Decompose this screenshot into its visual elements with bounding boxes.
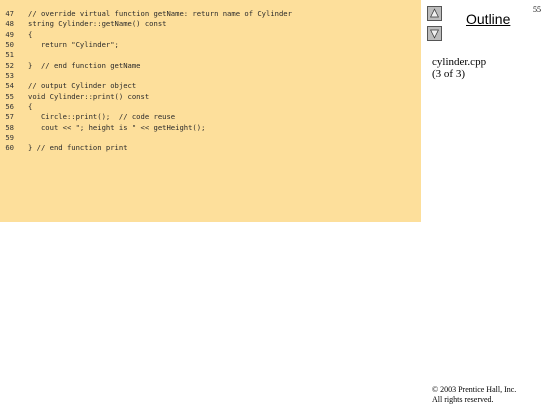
triangle-down-icon [430, 29, 439, 39]
copyright-line-1: © 2003 Prentice Hall, Inc. [432, 385, 517, 394]
code-line: 50 return "Cylinder"; [0, 40, 292, 50]
code-line: 48 string Cylinder::getName() const [0, 19, 292, 29]
line-number: 57 [5, 112, 14, 122]
line-code: // override virtual function getName: re… [28, 9, 292, 18]
line-code: // output Cylinder object [28, 81, 137, 91]
line-code: void Cylinder::print() const [28, 91, 150, 101]
line-number: 58 [5, 122, 14, 132]
file-name: cylinder.cpp [432, 56, 487, 68]
outline-title[interactable]: Outline [466, 11, 510, 27]
line-number: 53 [5, 71, 14, 81]
code-line: 58 cout << "; height is " << getHeight()… [0, 123, 292, 133]
page-number: 55 [533, 5, 541, 14]
line-number: 47 [5, 9, 14, 18]
code-line: 59 [0, 133, 292, 143]
line-code: Circle::print(); // code reuse [28, 112, 176, 122]
code-line: 53 [0, 71, 292, 81]
next-slide-button[interactable] [427, 26, 442, 41]
copyright-notice: © 2003 Prentice Hall, Inc. All rights re… [432, 385, 516, 405]
code-line: 54 // output Cylinder object [0, 81, 292, 91]
line-code: return "Cylinder"; [28, 40, 119, 50]
line-code: cout << "; height is " << getHeight(); [28, 122, 206, 132]
code-line: 56 { [0, 102, 292, 112]
line-number: 49 [5, 29, 14, 39]
line-code: } // end function print [28, 143, 128, 153]
code-line: 52 } // end function getName [0, 61, 292, 71]
code-line: 49 { [0, 30, 292, 40]
code-listing: 47 // override virtual function getName: … [0, 9, 292, 154]
line-number: 51 [5, 50, 14, 60]
copyright-line-2: All rights reserved. [432, 395, 494, 404]
line-code: } // end function getName [28, 60, 141, 70]
line-number: 56 [5, 102, 14, 112]
previous-slide-button[interactable] [427, 6, 442, 21]
code-line: 55 void Cylinder::print() const [0, 92, 292, 102]
code-line: 60 } // end function print [0, 143, 292, 153]
code-line: 51 [0, 50, 292, 60]
triangle-up-icon [430, 8, 439, 18]
code-line: 57 Circle::print(); // code reuse [0, 112, 292, 122]
slide-counter: (3 of 3) [432, 68, 465, 80]
line-number: 48 [5, 19, 14, 29]
line-number: 54 [5, 81, 14, 91]
line-number: 59 [5, 133, 14, 143]
line-code: { [28, 102, 33, 112]
code-panel: 47 // override virtual function getName: … [0, 0, 421, 222]
line-number: 55 [5, 91, 14, 101]
line-number: 50 [5, 40, 14, 50]
line-code: string Cylinder::getName() const [28, 19, 167, 29]
line-number: 60 [5, 143, 14, 153]
line-number: 52 [5, 60, 14, 70]
code-line: 47 // override virtual function getName: … [0, 9, 292, 19]
line-code: { [28, 29, 33, 39]
